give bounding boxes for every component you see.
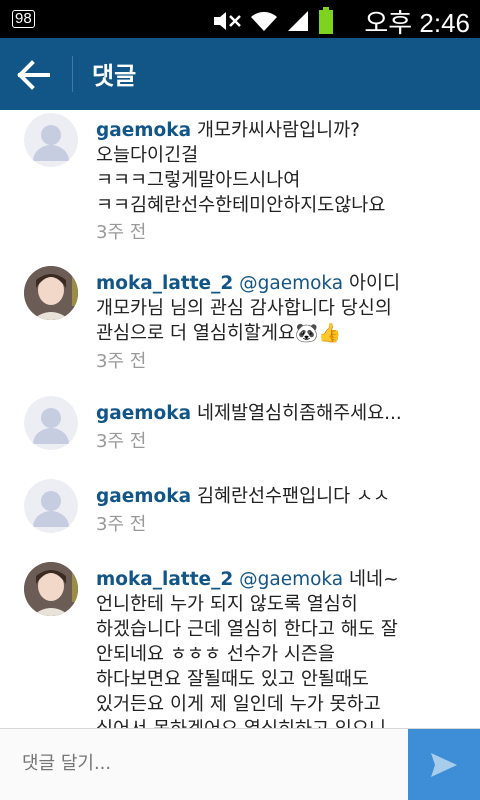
comment-mention[interactable]: @gaemoka	[239, 273, 343, 294]
comment-username[interactable]: gaemoka	[96, 486, 191, 507]
comment-line: 있거든요 이게 제 일인데 누가 못하고	[96, 694, 381, 715]
comment-line: 하다보면요 잘될때도 있고 안될때도	[96, 669, 369, 690]
comment-line: 관심으로 더 열심히할게요🐼👍	[96, 323, 342, 344]
comment-body: 개모카씨사람입니까?	[196, 120, 360, 141]
notification-badge: 98	[12, 10, 35, 28]
comment-time: 3주 전	[96, 514, 147, 535]
comment-time: 3주 전	[96, 222, 147, 243]
comment-line: ㅋㅋㅋ그렇게말아드시나여	[96, 170, 301, 191]
profile-photo-avatar[interactable]	[24, 562, 78, 616]
default-avatar-icon[interactable]	[24, 113, 78, 167]
comment-username[interactable]: gaemoka	[96, 403, 191, 424]
app-bar: 댓글	[0, 38, 480, 110]
comment-time: 3주 전	[96, 431, 147, 452]
signal-icon	[286, 9, 310, 37]
mute-icon	[212, 9, 242, 37]
comment-text: moka_latte_2 @gaemoka 아이디 개모카님 님의 관심 감사합…	[96, 271, 468, 346]
comment-text: gaemoka 개모카씨사람입니까? 오늘다이긴걸 ㅋㅋㅋ그렇게말아드시나여 ㅋ…	[96, 118, 468, 218]
comment-username[interactable]: moka_latte_2	[96, 273, 233, 294]
comment-line: 오늘다이긴걸	[96, 145, 199, 166]
comment-line: 싶어서 못하겠어요 열심히하고 있으니	[96, 719, 386, 728]
status-bar: 98 오후 2:46	[0, 0, 480, 38]
comment-text: gaemoka 네제발열심히좀해주세요...	[96, 401, 468, 426]
comment-time: 3주 전	[96, 351, 147, 372]
wifi-icon	[250, 9, 278, 37]
comment-username[interactable]: gaemoka	[96, 120, 191, 141]
comment-body: 네제발열심히좀해주세요...	[196, 403, 402, 424]
comment-body: 아이디	[349, 273, 401, 294]
default-avatar-icon[interactable]	[24, 396, 78, 450]
send-button[interactable]	[408, 729, 480, 800]
clock: 오후 2:46	[364, 8, 470, 38]
send-icon	[431, 753, 457, 777]
comment-line: 하겠습니다 근데 열심히 한다고 해도 잘	[96, 619, 398, 640]
comment-text: gaemoka 김혜란선수팬입니다 ㅅㅅ	[96, 484, 468, 509]
comment-text: moka_latte_2 @gaemoka 네네~ 언니한테 누가 되지 않도록…	[96, 567, 468, 728]
page-title: 댓글	[92, 62, 137, 90]
comment-mention[interactable]: @gaemoka	[239, 569, 343, 590]
comment-input-bar	[0, 728, 480, 800]
comment-line: 안되네요 ㅎㅎㅎ 선수가 시즌을	[96, 644, 335, 665]
comment-list[interactable]: gaemoka 개모카씨사람입니까? 오늘다이긴걸 ㅋㅋㅋ그렇게말아드시나여 ㅋ…	[0, 110, 480, 728]
battery-icon	[318, 7, 334, 39]
comment-line: 개모카님 님의 관심 감사합니다 당신의	[96, 298, 392, 319]
back-button[interactable]	[14, 55, 54, 95]
status-icons	[212, 7, 334, 39]
back-arrow-icon	[17, 60, 50, 90]
default-avatar-icon[interactable]	[24, 479, 78, 533]
comment-input[interactable]	[22, 753, 382, 774]
app-bar-divider	[72, 56, 73, 92]
comment-line: 언니한테 누가 되지 않도록 열심히	[96, 594, 358, 615]
comment-line: ㅋㅋ김혜란선수한테미안하지도않나요	[96, 195, 386, 216]
comment-body: 네네~	[349, 569, 399, 590]
comment-username[interactable]: moka_latte_2	[96, 569, 233, 590]
comment-body: 김혜란선수팬입니다 ㅅㅅ	[196, 486, 391, 507]
profile-photo-avatar[interactable]	[24, 266, 78, 320]
